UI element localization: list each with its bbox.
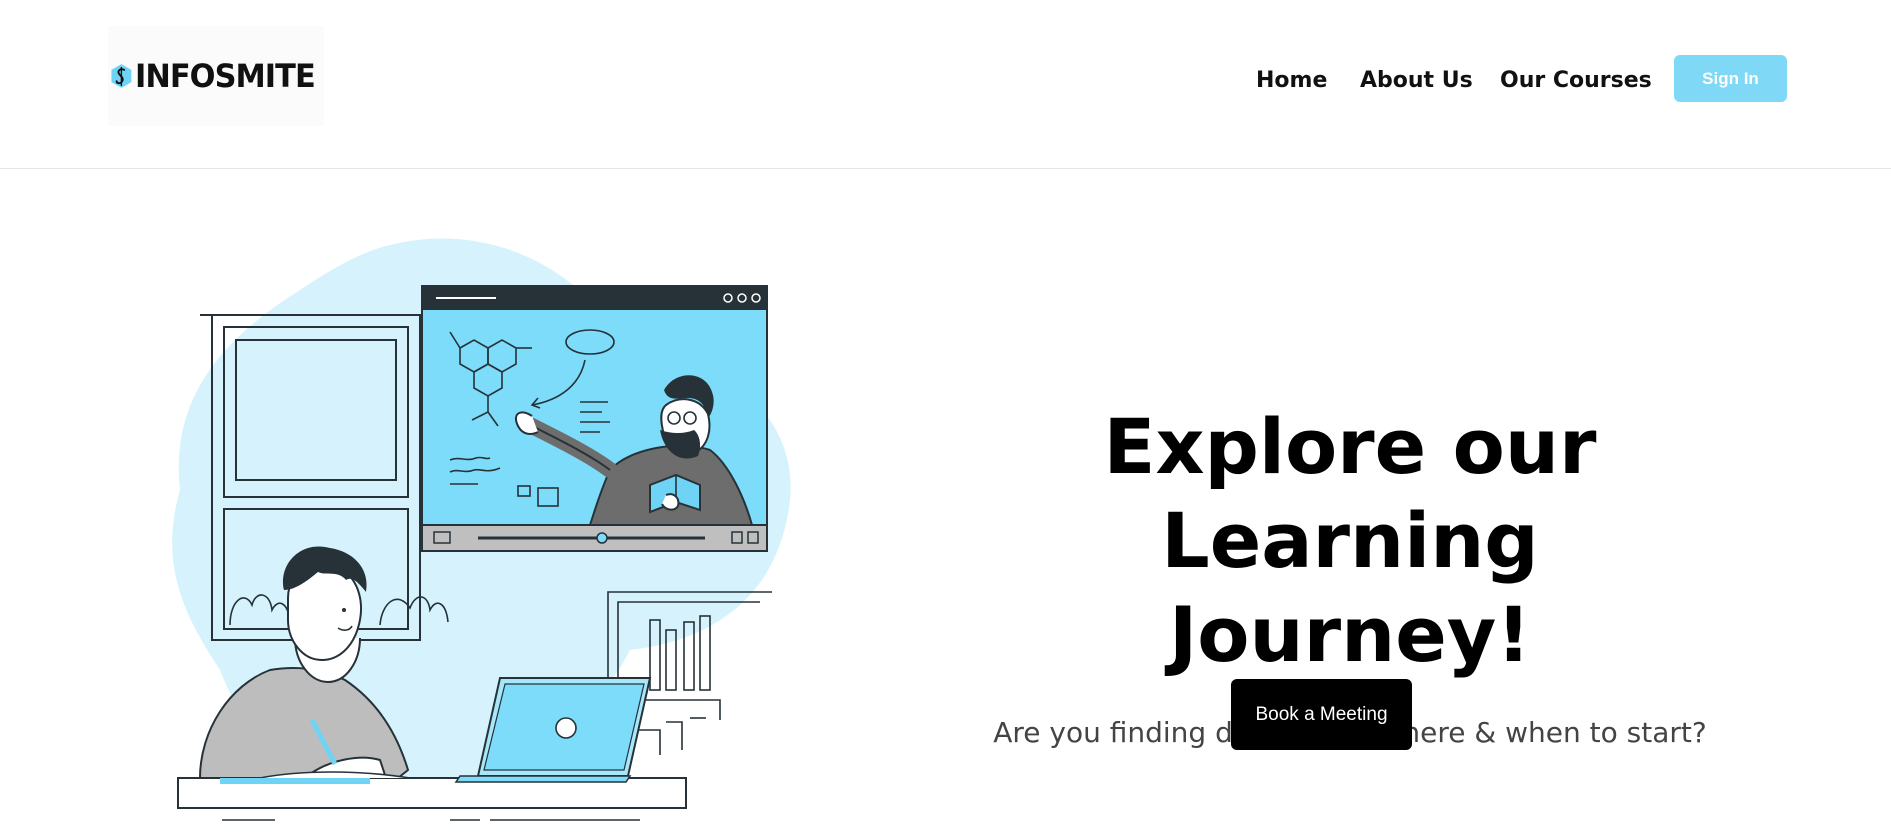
hexagon-s-logo-icon [111, 64, 132, 88]
hero-title-line-2: Journey! [1169, 590, 1531, 679]
online-learning-illustration [160, 230, 800, 830]
nav-about-us[interactable]: About Us [1360, 68, 1473, 93]
nav-home[interactable]: Home [1256, 68, 1327, 93]
hero-title: Explore our Learning Journey! [940, 400, 1760, 682]
brand-name: INFOSMITE [134, 57, 316, 95]
book-meeting-button[interactable]: Book a Meeting [1231, 679, 1412, 750]
hero-title-line-1: Explore our Learning [1103, 402, 1597, 585]
site-header: INFOSMITE Home About Us Our Courses Sign… [0, 0, 1891, 169]
brand-logo[interactable]: INFOSMITE [108, 26, 324, 126]
sign-in-button[interactable]: Sign In [1674, 55, 1787, 102]
nav-our-courses[interactable]: Our Courses [1500, 68, 1652, 93]
